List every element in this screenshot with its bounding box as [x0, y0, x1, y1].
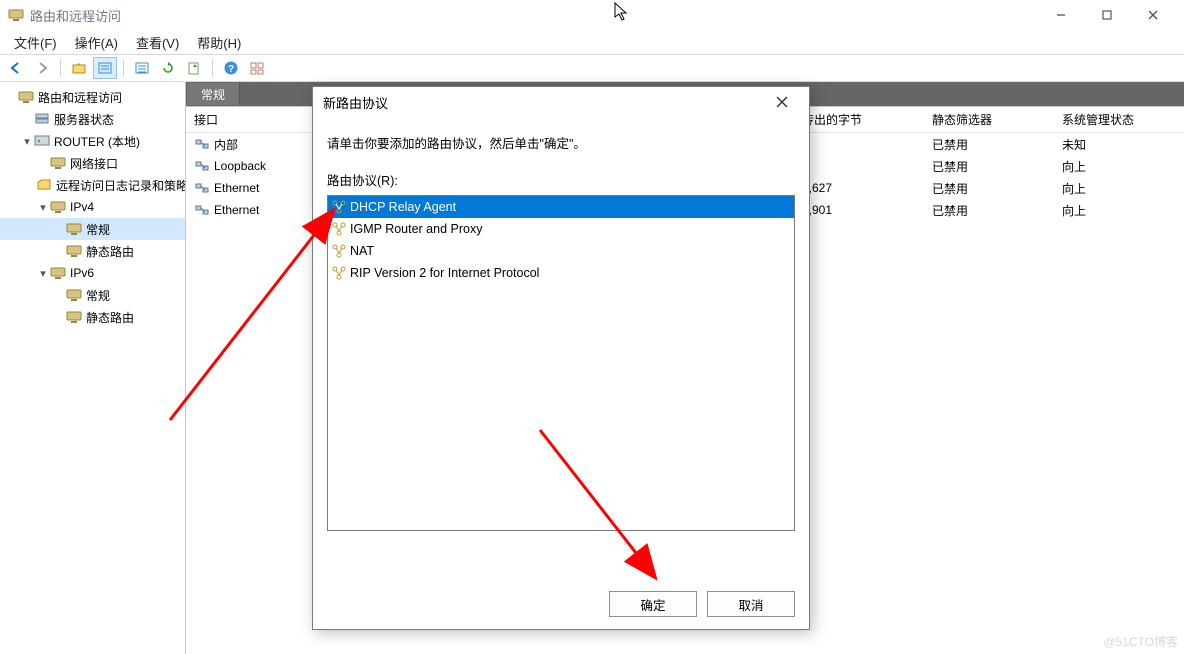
menu-help[interactable]: 帮助(H) [189, 31, 249, 54]
tree-label: 远程访问日志记录和策略 [56, 177, 186, 194]
up-level-button[interactable] [67, 57, 91, 79]
protocol-icon [332, 200, 346, 214]
tree-ipv6-static[interactable]: 静态路由 [0, 306, 185, 328]
protocol-listbox[interactable]: DHCP Relay Agent IGMP Router and Proxy NAT… [327, 195, 795, 531]
refresh-button[interactable] [156, 57, 180, 79]
forward-button[interactable] [30, 57, 54, 79]
titlebar: 路由和远程访问 [0, 0, 1184, 30]
protocol-icon [332, 244, 346, 258]
tree-label: IPv6 [70, 266, 94, 280]
nic-icon [194, 136, 210, 152]
tree-label: 常规 [86, 287, 110, 304]
tree-ipv4-static[interactable]: 静态路由 [0, 240, 185, 262]
protocol-label: RIP Version 2 for Internet Protocol [350, 266, 539, 280]
ok-button[interactable]: 确定 [609, 591, 697, 617]
dialog-title: 新路由协议 [323, 93, 765, 112]
svg-text:?: ? [228, 64, 234, 75]
protocol-icon [332, 222, 346, 236]
protocol-label: IGMP Router and Proxy [350, 222, 482, 236]
nic-icon [194, 180, 210, 196]
interface-name: 内部 [214, 136, 238, 153]
navigation-tree: 路由和远程访问 服务器状态 ▾ROUTER (本地) 网络接口 远程访问日志记录… [0, 82, 186, 654]
bytes-out: 6,901 [794, 203, 924, 217]
toolbar: ? [0, 54, 1184, 82]
menu-file[interactable]: 文件(F) [6, 31, 65, 54]
tree-ipv4[interactable]: ▾IPv4 [0, 196, 185, 218]
tree-network-interfaces[interactable]: 网络接口 [0, 152, 185, 174]
properties-button[interactable] [93, 57, 117, 79]
window-title: 路由和远程访问 [30, 6, 1038, 25]
static-filter: 已禁用 [924, 158, 1054, 175]
new-routing-protocol-dialog: 新路由协议 请单击你要添加的路由协议，然后单击"确定"。 路由协议(R): DH… [312, 86, 810, 630]
maximize-button[interactable] [1084, 0, 1130, 30]
protocol-item[interactable]: RIP Version 2 for Internet Protocol [328, 262, 794, 284]
watermark: @51CTO博客 [1103, 633, 1178, 650]
col-admin-status[interactable]: 系统管理状态 [1054, 111, 1184, 128]
tree-label: 常规 [86, 221, 110, 238]
tree-label: 服务器状态 [54, 111, 114, 128]
dialog-instruction: 请单击你要添加的路由协议，然后单击"确定"。 [327, 133, 795, 152]
interface-name: Ethernet [214, 203, 259, 217]
tree-label: 静态路由 [86, 243, 134, 260]
protocol-item[interactable]: DHCP Relay Agent [328, 196, 794, 218]
tree-label: 静态路由 [86, 309, 134, 326]
static-filter: 已禁用 [924, 136, 1054, 153]
protocol-list-label: 路由协议(R): [327, 170, 795, 189]
tree-router[interactable]: ▾ROUTER (本地) [0, 130, 185, 152]
mouse-cursor-icon [614, 2, 630, 22]
interface-name: Loopback [214, 159, 266, 173]
tree-remote-log[interactable]: 远程访问日志记录和策略 [0, 174, 185, 196]
nic-icon [194, 202, 210, 218]
protocol-icon [332, 266, 346, 280]
cancel-button[interactable]: 取消 [707, 591, 795, 617]
app-icon [8, 7, 24, 23]
nic-icon [194, 158, 210, 174]
tab-general[interactable]: 常规 [187, 83, 240, 105]
dialog-titlebar[interactable]: 新路由协议 [313, 87, 809, 117]
tree-ipv6-general[interactable]: 常规 [0, 284, 185, 306]
tree-server-status[interactable]: 服务器状态 [0, 108, 185, 130]
bytes-out: - [794, 137, 924, 151]
admin-status: 向上 [1054, 202, 1184, 219]
bytes-out: 0 [794, 159, 924, 173]
protocol-item[interactable]: NAT [328, 240, 794, 262]
tree-ipv6[interactable]: ▾IPv6 [0, 262, 185, 284]
protocol-label: DHCP Relay Agent [350, 200, 456, 214]
dialog-close-button[interactable] [765, 89, 799, 115]
static-filter: 已禁用 [924, 180, 1054, 197]
tree-ipv4-general[interactable]: 常规 [0, 218, 185, 240]
tree-label: 路由和远程访问 [38, 89, 122, 106]
back-button[interactable] [4, 57, 28, 79]
tree-label: ROUTER (本地) [54, 133, 140, 150]
tree-label: IPv4 [70, 200, 94, 214]
help-button[interactable]: ? [219, 57, 243, 79]
admin-status: 向上 [1054, 158, 1184, 175]
export-button[interactable] [182, 57, 206, 79]
menu-action[interactable]: 操作(A) [67, 31, 126, 54]
details-button[interactable] [130, 57, 154, 79]
tree-root[interactable]: 路由和远程访问 [0, 86, 185, 108]
static-filter: 已禁用 [924, 202, 1054, 219]
admin-status: 向上 [1054, 180, 1184, 197]
protocol-label: NAT [350, 244, 374, 258]
col-static-filter[interactable]: 静态筛选器 [924, 111, 1054, 128]
menu-view[interactable]: 查看(V) [128, 31, 187, 54]
col-interface[interactable]: 接口 [186, 111, 276, 128]
tree-label: 网络接口 [70, 155, 118, 172]
protocol-item[interactable]: IGMP Router and Proxy [328, 218, 794, 240]
admin-status: 未知 [1054, 136, 1184, 153]
menubar: 文件(F) 操作(A) 查看(V) 帮助(H) [0, 30, 1184, 54]
interface-name: Ethernet [214, 181, 259, 195]
col-bytes-out[interactable]: 传出的字节 [794, 111, 924, 128]
minimize-button[interactable] [1038, 0, 1084, 30]
bytes-out: 6,627 [794, 181, 924, 195]
close-button[interactable] [1130, 0, 1176, 30]
view-options-button[interactable] [245, 57, 269, 79]
